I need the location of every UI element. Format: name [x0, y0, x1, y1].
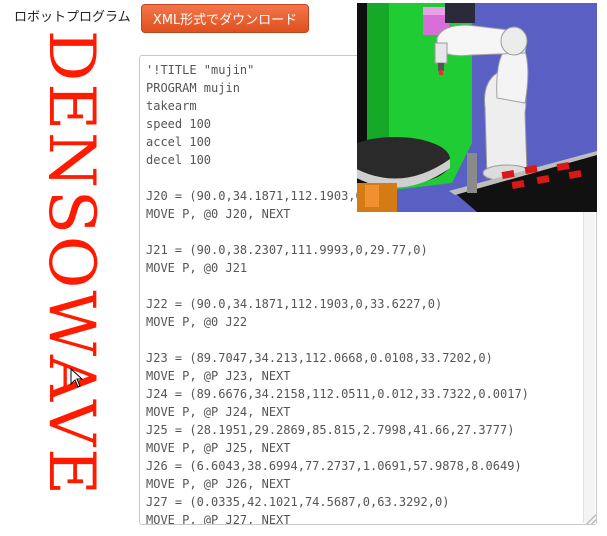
resize-grip-icon[interactable] [586, 514, 596, 524]
grey-support [467, 153, 477, 193]
robot-simulation-view[interactable] [357, 3, 597, 212]
orange-base-face [365, 185, 379, 207]
section-title: ロボットプログラム [14, 10, 131, 25]
mouse-pointer-icon [70, 368, 84, 388]
robot-tool [438, 63, 444, 71]
robot-shoulder-joint [500, 26, 528, 56]
download-xml-button[interactable]: XML形式でダウンロード [141, 4, 309, 33]
brand-text: DENSOWAVE [34, 30, 108, 497]
upper-frame [445, 3, 475, 23]
green-cabinet-side [367, 3, 389, 153]
robot-wrist [434, 42, 448, 64]
brand-vertical-logo: DENSOWAVE [29, 30, 113, 508]
robot-program-page: ロボットプログラム XML形式でダウンロード DENSOWAVE '!TITLE… [0, 0, 607, 536]
robot-scene-svg [357, 3, 597, 212]
robot-tool-tip [439, 70, 443, 75]
